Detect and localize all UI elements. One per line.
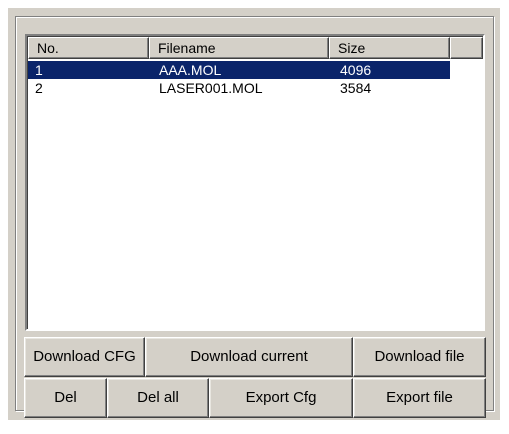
download-current-button[interactable]: Download current (145, 337, 353, 377)
row-filename: AAA.MOL (159, 62, 222, 78)
download-file-button[interactable]: Download file (353, 337, 486, 377)
row-size: 4096 (340, 62, 372, 78)
column-header-filename[interactable]: Filename (149, 37, 329, 59)
del-button[interactable]: Del (24, 378, 107, 418)
export-file-button[interactable]: Export file (353, 378, 486, 418)
row-number: 2 (35, 80, 43, 96)
list-header: No. Filename Size (28, 37, 483, 59)
list-rows: 1 AAA.MOL 4096 2 LASER001.MOL 3584 (28, 61, 483, 97)
row-size: 3584 (340, 80, 372, 96)
del-all-button[interactable]: Del all (107, 378, 209, 418)
column-header-filler (450, 37, 483, 59)
column-header-size[interactable]: Size (329, 37, 450, 59)
file-list[interactable]: No. Filename Size 1 AAA.MOL 4096 2 LASER… (25, 34, 485, 331)
row-number: 1 (35, 62, 43, 78)
column-header-no[interactable]: No. (28, 37, 149, 59)
list-row[interactable]: 2 LASER001.MOL 3584 (28, 79, 483, 97)
export-cfg-button[interactable]: Export Cfg (209, 378, 353, 418)
row-filename: LASER001.MOL (159, 80, 263, 96)
list-row[interactable]: 1 AAA.MOL 4096 (28, 61, 450, 79)
download-cfg-button[interactable]: Download CFG (24, 337, 145, 377)
